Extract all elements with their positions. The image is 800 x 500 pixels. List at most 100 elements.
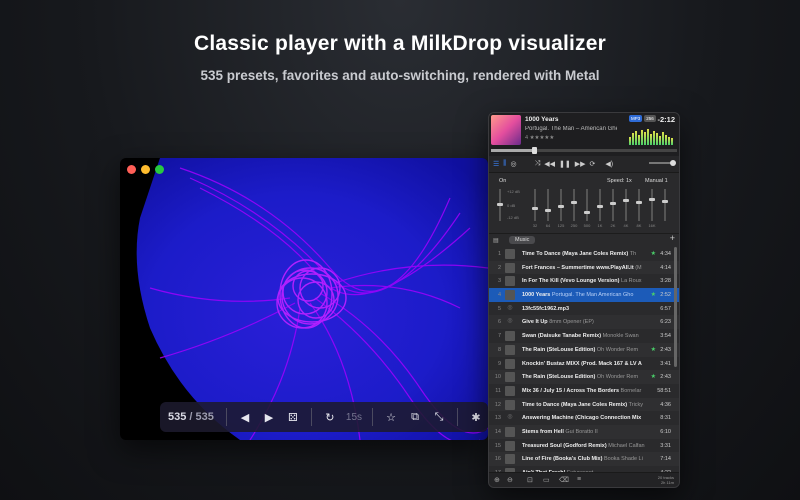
track-duration: 4:14 [657,264,671,271]
playlist-row[interactable]: 8 The Rain (SteLouse Edition) Oh Wonder R… [489,342,679,357]
volume-slider[interactable] [649,160,676,166]
minimize-button[interactable] [141,165,150,174]
eq-band-slider[interactable] [662,189,668,221]
favorite-star-icon[interactable]: ★ [651,291,656,298]
eq-band-slider[interactable] [545,189,551,221]
add-icon[interactable]: ⊕ [494,476,500,484]
debug-button[interactable]: ✱ [466,407,486,427]
track-artist: Portugal. The Man American Gho [551,292,634,299]
add-playlist-icon[interactable]: + [670,233,675,243]
equalizer: On Speed: 1x Manual 1 +12 dB 0 dB -12 dB… [489,175,679,233]
track-artist: Monokle Swan [602,333,639,340]
playlist-row[interactable]: 2 Fort Frances – Summertime www.PlayAll.i… [489,260,679,275]
eq-band-slider[interactable] [584,189,590,221]
track-artist: Th [629,251,637,257]
playlist-row[interactable]: 11 Mix 36 / July 15 / Across The Borders … [489,384,679,398]
album-cover[interactable] [491,115,521,145]
time-remaining[interactable]: -2:12 [657,115,675,124]
trash-icon[interactable]: ⌫ [559,476,569,484]
visualizer-toggle-icon[interactable]: ◎ [511,160,517,168]
repeat-icon[interactable]: ⟳ [590,160,596,168]
track-name: Time to Dance (Maya Jane Coles Remix) [522,401,628,408]
favorite-star-icon[interactable]: ★ [651,346,656,353]
favorite-star-icon[interactable]: ★ [651,250,656,257]
track-name: Give It Up [522,319,548,326]
playlist-row[interactable]: 7 Swan (Daisuke Tanabe Remix) Monokle Swa… [489,329,679,343]
track-name: Line of Fire (Booka's Club Mix) [522,456,603,463]
track-name: Time To Dance (Maya Jane Coles Remix) [522,251,629,257]
auto-switch-button[interactable]: ↻ [320,407,340,427]
playlist-row[interactable]: 14 Stems from Hell Gui Boratto II 6:10 [489,424,679,439]
playlist-scrollbar[interactable] [674,247,677,367]
playlist-row[interactable]: 6 ◎ Give It Up 8mm Opener (EP) 6:23 [489,315,679,330]
playlist-row[interactable]: 9 Knockin' Bustaz MIXX (Prod. Mack 167 & … [489,357,679,371]
speed-select[interactable]: Speed: 1x [607,178,632,184]
track-artist-album: Portugal. The Man – American Ghet [525,126,617,132]
playlist-row[interactable]: 3 In For The Kill (Vevo Lounge Version) L… [489,274,679,288]
eq-band-slider[interactable] [532,189,538,221]
list-icon[interactable]: ≡ [577,476,581,483]
rewind-icon[interactable]: ◀◀ [544,160,555,168]
shuffle-button-icon[interactable]: ⤨ [535,160,541,168]
inbox-icon[interactable]: ⊡ [527,476,533,484]
track-title-cell: In For The Kill (Vevo Lounge Version) La… [522,278,642,284]
previous-preset-button[interactable]: ◀ [235,407,255,427]
playlist-row[interactable]: 15 Treasured Soul (Godford Remix) Michael… [489,439,679,453]
playlist-row[interactable]: 16 Line of Fire (Booka's Club Mix) Booka … [489,452,679,466]
track-duration: 3:28 [660,278,671,285]
eq-band-slider[interactable] [558,189,564,221]
track-title-cell: The Rain (SteLouse Edition) Oh Wonder Re… [522,374,638,380]
next-preset-button[interactable]: ▶ [259,407,279,427]
playlist-toggle-icon[interactable]: ☰ [493,160,499,168]
eq-on-toggle[interactable]: On [499,178,506,184]
copy-preset-button[interactable]: ⧉ [405,407,425,427]
eq-db-zero: 0 dB [507,203,516,208]
eq-band-slider[interactable] [597,189,603,221]
favorite-button[interactable]: ☆ [381,407,401,427]
eq-band-slider[interactable] [649,189,655,221]
pause-icon[interactable]: ❚❚ [559,160,571,168]
track-name: Mix 36 / July 15 / Across The Borders [522,387,620,394]
track-title-cell: Stems from Hell Gui Boratto II [522,429,598,435]
eq-band-slider[interactable] [623,189,629,221]
playlist-row[interactable]: 10 The Rain (SteLouse Edition) Oh Wonder … [489,370,679,384]
folder-add-icon[interactable]: ▭ [543,476,550,484]
bitrate-badge: 256 [644,115,656,122]
track-thumbnail [505,426,515,437]
eq-band-slider[interactable] [610,189,616,221]
random-preset-button[interactable]: ⚄ [283,407,303,427]
playlist-row[interactable]: 12 Time to Dance (Maya Jane Coles Remix) … [489,397,679,412]
rating[interactable]: 4 ★★★★★ [525,135,554,141]
equalizer-toggle-icon[interactable]: ⫼ [503,160,506,168]
playlist-row[interactable]: 13 ◎ Answering Machine (Chicago Connection… [489,411,679,425]
folder-icon[interactable]: ▤ [493,237,499,244]
forward-icon[interactable]: ▶▶ [575,160,586,168]
seek-knob[interactable] [531,147,537,154]
eq-preset-select[interactable]: Manual 1 [645,178,668,184]
eq-freq-label: 125 [557,223,565,228]
fullscreen-button[interactable]: ⤡ [429,407,449,427]
eq-band-slider[interactable] [636,189,642,221]
track-title-cell: Treasured Soul (Godford Remix) Michael C… [522,443,645,449]
zoom-button[interactable] [155,165,164,174]
visualizer-controls: 535 / 535 ◀ ▶ ⚄ ↻ 15s ☆ ⧉ ⤡ ✱ [160,402,488,432]
playlist: 1 Time To Dance (Maya Jane Coles Remix) T… [489,247,679,473]
track-thumbnail [505,358,515,369]
remove-icon[interactable]: ⊖ [507,476,513,484]
track-artist: Booka Shade Li [603,456,643,463]
favorite-star-icon[interactable]: ★ [651,373,656,380]
track-artist: Gui Boratto II [565,428,598,435]
eq-freq-label: 4K [623,223,629,228]
close-button[interactable] [127,165,136,174]
transport-toolbar: ☰ ⫼ ◎ ⤨ ◀◀ ❚❚ ▶▶ ⟳ ◀) [489,156,679,173]
playlist-row[interactable]: 4 1000 Years Portugal. The Man American G… [489,288,679,302]
seek-bar[interactable] [491,147,677,154]
track-name: Treasured Soul (Godford Remix) [522,442,607,449]
eq-band-slider[interactable] [571,189,577,221]
playlist-row[interactable]: 1 Time To Dance (Maya Jane Coles Remix) T… [489,247,679,261]
tab-music[interactable]: Music [509,236,536,244]
track-title: 1000 Years [525,116,559,123]
playlist-row[interactable]: 5 ◎ 13fc55fc1962.mp3 6:57 [489,302,679,316]
eq-preamp-slider[interactable] [497,189,503,221]
track-duration: 8:31 [660,415,671,422]
